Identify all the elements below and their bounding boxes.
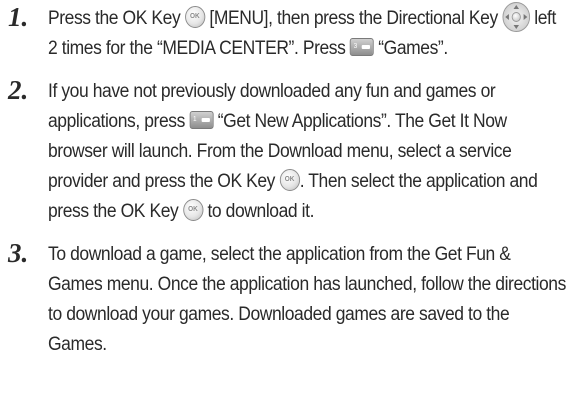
number-3-key-icon: 3 bbox=[349, 38, 374, 56]
step-number: 2. bbox=[8, 75, 29, 106]
step-text-part: [MENU], then press the Directional Key bbox=[204, 8, 503, 30]
step-text: If you have not previously downloaded an… bbox=[48, 77, 566, 227]
step-1: 1. Press the OK Key OK [MENU], then pres… bbox=[8, 2, 556, 64]
step-text-part: Press the OK Key bbox=[48, 8, 185, 30]
step-number: 1. bbox=[8, 2, 29, 32]
step-text-part: “Games”. bbox=[373, 38, 448, 60]
manual-page: 1. Press the OK Key OK [MENU], then pres… bbox=[0, 0, 566, 412]
ok-key-icon: OK bbox=[184, 6, 205, 28]
ok-key-icon: OK bbox=[182, 199, 204, 221]
step-text: Press the OK Key OK [MENU], then press t… bbox=[48, 2, 566, 64]
directional-key-icon bbox=[502, 2, 530, 32]
step-text-part: to download it. bbox=[203, 201, 315, 223]
step-text: To download a game, select the applicati… bbox=[48, 240, 566, 360]
number-1-key-icon: 1 bbox=[189, 111, 214, 129]
step-text-part: To download a game, select the applicati… bbox=[48, 244, 566, 356]
step-2: 2. If you have not previously downloaded… bbox=[8, 75, 556, 227]
step-3: 3. To download a game, select the applic… bbox=[8, 238, 566, 360]
ok-key-icon: OK bbox=[279, 169, 300, 191]
step-number: 3. bbox=[8, 238, 29, 269]
